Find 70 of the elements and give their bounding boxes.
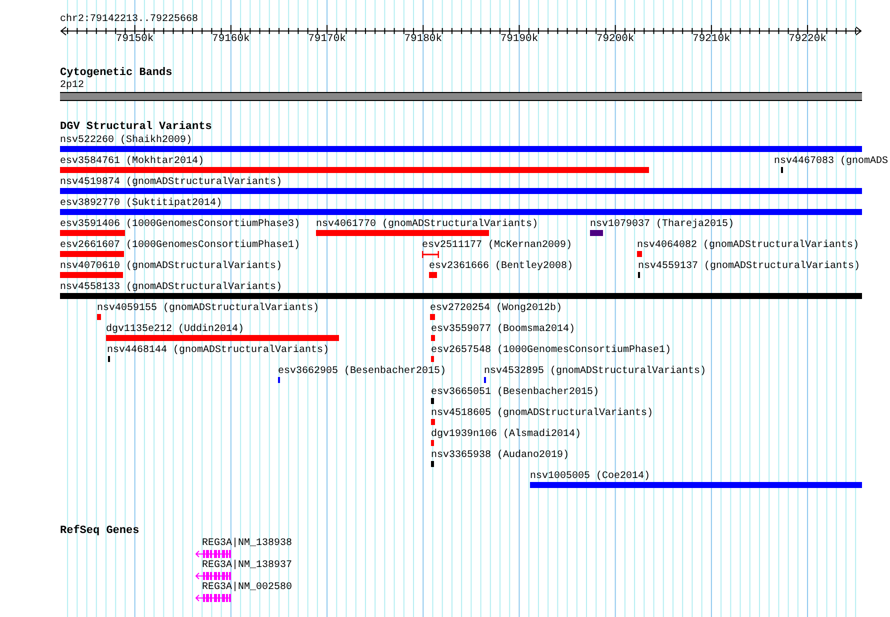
variant-bar[interactable] — [530, 482, 862, 488]
gene-model-drawing[interactable] — [195, 549, 232, 559]
tick-label: 79150k — [114, 33, 155, 45]
variant-bar[interactable] — [431, 461, 434, 467]
gene-label: REG3A|NM_002580 — [202, 582, 292, 594]
variant-label: esv3591406 (1000GenomesConsortiumPhase3) — [60, 219, 300, 231]
tick-label: 79200k — [595, 33, 636, 45]
variant-label: nsv4532895 (gnomADStructuralVariants) — [484, 366, 706, 378]
variant-bar[interactable] — [316, 230, 489, 236]
variant-bar[interactable] — [431, 335, 435, 341]
variant-label: esv3559077 (Boomsma2014) — [431, 324, 576, 336]
track-title: RefSeq Genes — [60, 525, 140, 538]
variant-label: dgv1135e212 (Uddin2014) — [106, 324, 244, 336]
variant-bar[interactable] — [60, 293, 862, 299]
variant-bar[interactable] — [97, 314, 101, 320]
band-label: 2p12 — [60, 80, 84, 92]
gene-model-drawing[interactable] — [195, 593, 232, 603]
tick-label: 79170k — [307, 33, 347, 45]
variant-label: nsv4519874 (gnomADStructuralVariants) — [60, 177, 282, 189]
tick-label: 79160k — [211, 33, 251, 45]
variant-bar[interactable] — [60, 188, 862, 194]
variant-label: nsv4070610 (gnomADStructuralVariants) — [60, 261, 282, 273]
variant-label: esv2511177 (McKernan2009) — [422, 240, 572, 252]
variant-bar[interactable] — [429, 272, 437, 278]
variant-label: esv3662905 (Besenbacher2015) — [278, 366, 446, 378]
variant-label: esv3584761 (Mokhtar2014) — [60, 156, 204, 168]
gene-label: REG3A|NM_138937 — [202, 560, 292, 572]
variant-interval[interactable] — [422, 251, 439, 258]
variant-bar[interactable] — [60, 251, 124, 257]
variant-label: nsv522260 (Shaikh2009) — [60, 135, 192, 147]
variant-label: esv2657548 (1000GenomesConsortiumPhase1) — [431, 345, 672, 357]
track-title: DGV Structural Variants — [60, 121, 212, 134]
variant-bar[interactable] — [431, 440, 434, 446]
variant-label: nsv4559137 (gnomADStructuralVariants) — [638, 261, 860, 273]
variant-label: esv3665051 (Besenbacher2015) — [431, 387, 600, 399]
tick-label: 79220k — [788, 33, 828, 45]
variant-bar[interactable] — [60, 230, 125, 236]
variant-label: nsv4518605 (gnomADStructuralVariants) — [431, 408, 654, 420]
variant-bar[interactable] — [60, 167, 649, 173]
variant-label: nsv4059155 (gnomADStructuralVariants) — [97, 303, 320, 315]
variant-bar[interactable] — [430, 314, 435, 320]
variant-label: dgv1939n106 (Alsmadi2014) — [431, 429, 582, 441]
variant-label: nsv4064082 (gnomADStructuralVariants) — [637, 240, 860, 252]
tick-label: 79180k — [403, 33, 444, 45]
variant-label: nsv4467083 (gnomADS — [774, 156, 888, 168]
variant-bar[interactable] — [60, 272, 123, 278]
variant-label: nsv4468144 (gnomADStructuralVariants) — [107, 345, 330, 357]
variant-label: nsv1005005 (Coe2014) — [530, 471, 650, 483]
location-label: chr2:79142213..79225668 — [60, 14, 198, 26]
variant-label: nsv3365938 (Audano2019) — [431, 450, 570, 462]
variant-label: esv2720254 (Wong2012b) — [430, 303, 562, 315]
variant-bar[interactable] — [637, 251, 642, 257]
gene-model-drawing[interactable] — [195, 571, 232, 581]
variant-bar[interactable] — [431, 356, 434, 362]
variant-bar[interactable] — [590, 230, 603, 236]
tick-label: 79210k — [692, 33, 732, 45]
variant-bar[interactable] — [106, 335, 339, 341]
variant-label: nsv4061770 (gnomADStructuralVariants) — [316, 219, 538, 231]
track-title: Cytogenetic Bands — [60, 67, 172, 80]
variant-bar[interactable] — [431, 398, 434, 404]
variant-bar[interactable] — [431, 419, 435, 425]
variant-label: esv2661607 (1000GenomesConsortiumPhase1) — [60, 240, 300, 252]
variant-label: esv2361666 (Bentley2008) — [429, 261, 574, 273]
gene-label: REG3A|NM_138938 — [202, 538, 292, 550]
variant-bar[interactable] — [60, 209, 862, 215]
variant-label: nsv4558133 (gnomADStructuralVariants) — [60, 282, 282, 294]
tick-label: 79190k — [499, 33, 540, 45]
variant-label: nsv1079037 (Thareja2015) — [590, 219, 734, 231]
variant-label: esv3892770 (Suktitipat2014) — [60, 198, 222, 210]
variant-bar[interactable] — [60, 146, 862, 152]
